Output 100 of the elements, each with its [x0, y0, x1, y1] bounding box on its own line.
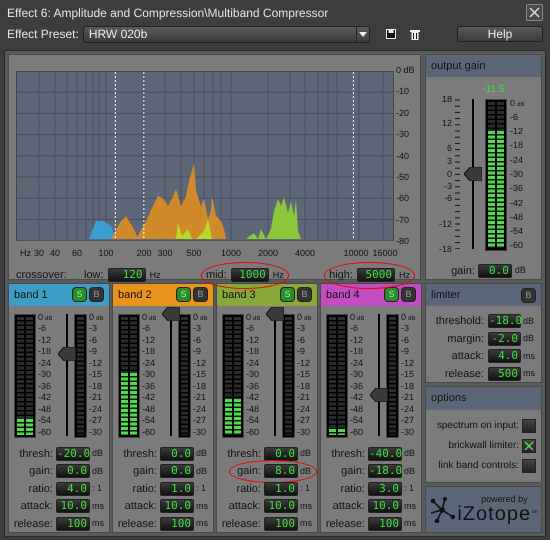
- bypass-button[interactable]: B: [193, 287, 208, 302]
- scale-label: -3: [444, 182, 452, 191]
- preset-dropdown[interactable]: HRW 020b: [82, 26, 370, 43]
- axis-label: 60: [72, 247, 82, 260]
- trash-icon[interactable]: [410, 28, 420, 40]
- checkbox[interactable]: [522, 438, 536, 452]
- crossover-line[interactable]: [143, 72, 144, 240]
- value-field[interactable]: 1000: [230, 268, 269, 282]
- unit-label: ms: [196, 500, 208, 512]
- scale-label: -9: [193, 347, 202, 356]
- scale-label: -3: [89, 324, 98, 333]
- checkbox[interactable]: [522, 418, 536, 432]
- unit-label: ms: [92, 517, 104, 530]
- value-field[interactable]: 0.0: [478, 264, 512, 278]
- slider-thumb[interactable]: [58, 346, 76, 361]
- value-field[interactable]: 120: [108, 268, 146, 282]
- value-field[interactable]: 10.0: [264, 499, 298, 514]
- scale-label: -30: [350, 370, 364, 379]
- bypass-button[interactable]: B: [521, 288, 536, 302]
- scale-label: -12: [297, 358, 312, 368]
- param-label: release:: [12, 516, 53, 532]
- crossover-line[interactable]: [114, 72, 116, 240]
- meter-reading: -11.5: [482, 84, 505, 94]
- scale-label: -21: [193, 393, 208, 402]
- value-field[interactable]: 1.0: [264, 482, 298, 496]
- param-label: attack:: [228, 499, 261, 514]
- param-label: attack:: [332, 499, 365, 514]
- value-field[interactable]: 4.0: [56, 482, 90, 496]
- value-field[interactable]: -20.0: [56, 446, 90, 461]
- bypass-button[interactable]: B: [401, 287, 416, 302]
- crossover-label: crossover:: [16, 268, 68, 283]
- value-field[interactable]: 1.0: [160, 482, 194, 496]
- scale-label: -42: [246, 393, 260, 402]
- close-button[interactable]: [526, 4, 543, 22]
- scale-label: -36: [350, 382, 364, 390]
- scale-label: -12: [510, 127, 524, 136]
- unit-label: Hz: [272, 268, 284, 282]
- unit-label: dB: [196, 447, 208, 460]
- value-field[interactable]: 100: [56, 516, 90, 531]
- scale-label: -18: [246, 347, 260, 356]
- unit-label: dB: [404, 464, 416, 478]
- help-button[interactable]: Help: [457, 26, 543, 42]
- value-field[interactable]: 3.0: [368, 482, 402, 496]
- bypass-button[interactable]: B: [297, 287, 312, 302]
- unit-label: : 1: [196, 482, 206, 495]
- value-field[interactable]: 100: [160, 516, 194, 531]
- value-field[interactable]: 0.0: [160, 446, 194, 461]
- scale-label: 12: [442, 119, 452, 128]
- value-field[interactable]: 10.0: [160, 499, 194, 514]
- band-title: band 2: [118, 288, 153, 302]
- value-field[interactable]: 4.0: [488, 349, 521, 364]
- checkbox[interactable]: [522, 458, 536, 472]
- panel-title: options: [431, 391, 468, 406]
- crossover-line[interactable]: [352, 72, 354, 240]
- value-field[interactable]: 100: [368, 516, 402, 531]
- scale-label: -21: [297, 393, 312, 402]
- scale-label: -24: [89, 404, 104, 414]
- scale-label: -60: [38, 428, 52, 436]
- param-label: release:: [220, 516, 261, 532]
- value-field[interactable]: 10.0: [368, 499, 402, 514]
- value-field[interactable]: 100: [264, 516, 298, 531]
- unit-label: dB: [92, 464, 104, 478]
- scale-label: -21: [89, 393, 104, 402]
- param-label: ratio:: [236, 482, 261, 496]
- gain-label: gain:: [451, 264, 475, 278]
- value-field[interactable]: -40.0: [368, 446, 402, 461]
- value-field[interactable]: -2.0: [488, 332, 521, 346]
- axis-label: 1000: [220, 247, 242, 260]
- value-field[interactable]: 10.0: [56, 499, 90, 514]
- check-x-icon: [524, 440, 534, 450]
- option-label: brickwall limiter:: [448, 439, 519, 453]
- value-field[interactable]: 500: [488, 366, 521, 381]
- scale-label: -54: [38, 416, 52, 425]
- value-field[interactable]: 5000: [356, 268, 395, 282]
- value-field[interactable]: 0.0: [160, 464, 194, 478]
- bypass-button[interactable]: B: [89, 287, 104, 302]
- scale-label: -24: [401, 404, 416, 414]
- logo-tagline: powered by: [481, 495, 528, 504]
- value-field[interactable]: -18.0: [488, 314, 521, 328]
- save-icon[interactable]: [386, 29, 396, 40]
- param-label: attack:: [124, 499, 157, 514]
- unit-label: : 1: [300, 482, 310, 495]
- band-title: band 1: [14, 288, 49, 302]
- close-icon: [529, 7, 540, 18]
- scale-label: -15: [193, 370, 208, 379]
- param-label: thresh:: [122, 446, 157, 462]
- scale-label: -30: [193, 428, 208, 436]
- scale-label: -30: [510, 170, 524, 179]
- unit-label: ms: [196, 517, 208, 530]
- scale-label: -24: [38, 358, 52, 368]
- value-field[interactable]: 8.0: [264, 464, 298, 478]
- slider-thumb[interactable]: [464, 166, 482, 180]
- slider-thumb[interactable]: [370, 388, 388, 402]
- value-field[interactable]: 0.0: [56, 464, 90, 478]
- value-field[interactable]: -18.0: [368, 464, 402, 478]
- scale-label: -24: [193, 404, 208, 414]
- axis-label: 2000: [258, 247, 278, 260]
- scale-label: 3: [446, 157, 452, 166]
- scale-label: -42: [350, 393, 364, 402]
- value-field[interactable]: 0.0: [264, 446, 298, 461]
